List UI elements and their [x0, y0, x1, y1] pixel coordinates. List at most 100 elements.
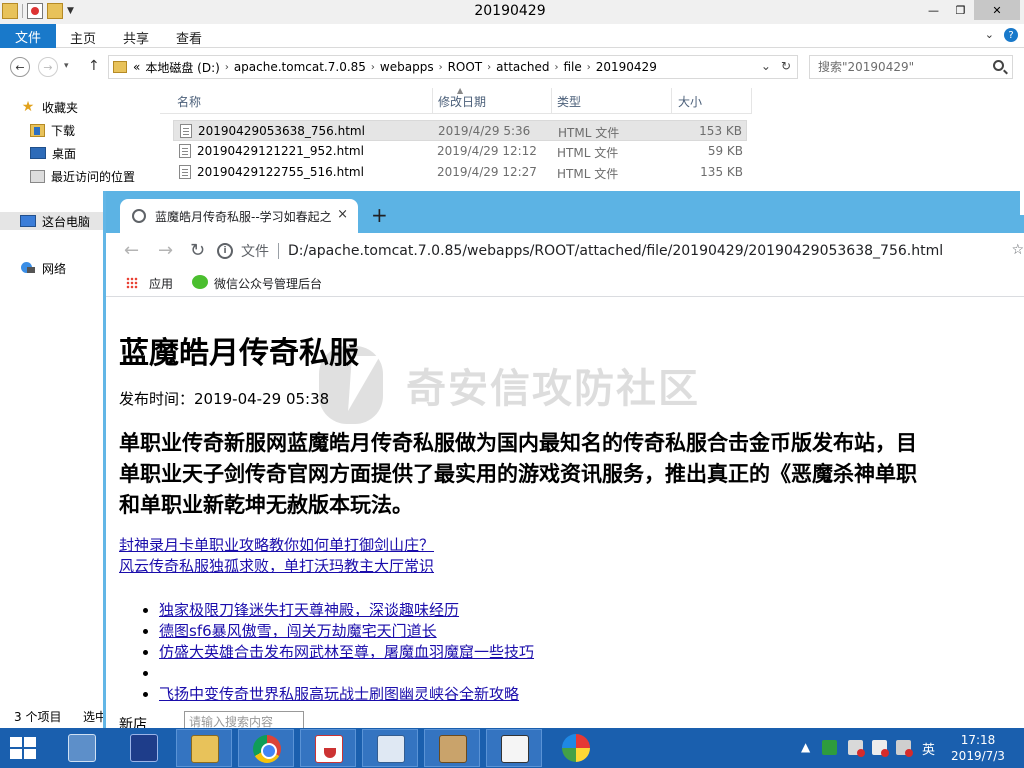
- breadcrumb-file[interactable]: file: [563, 60, 581, 74]
- column-divider[interactable]: [671, 88, 672, 114]
- column-divider[interactable]: [751, 88, 752, 114]
- file-row[interactable]: 20190429053638_756.html 2019/4/29 5:36 H…: [173, 120, 747, 141]
- column-header-name[interactable]: 名称: [177, 93, 201, 110]
- taskbar-chart-app[interactable]: [486, 729, 542, 767]
- reload-icon[interactable]: ↻: [190, 240, 205, 261]
- downloads-folder-icon: [30, 123, 45, 137]
- clock-date: 2019/7/3: [951, 749, 1005, 763]
- file-row[interactable]: 20190429121221_952.html 2019/4/29 12:12 …: [173, 141, 747, 162]
- breadcrumb-current-folder[interactable]: 20190429: [596, 60, 657, 74]
- file-type: HTML 文件: [558, 126, 620, 140]
- address-history-chevron-icon[interactable]: ⌄: [761, 59, 771, 73]
- ribbon-tab-file[interactable]: 文件: [0, 24, 56, 48]
- bookmark-apps[interactable]: 应用: [149, 275, 173, 292]
- minimize-button[interactable]: —: [920, 0, 947, 20]
- publish-time: 发布时间：2019-04-29 05:38: [119, 390, 330, 408]
- breadcrumb-root[interactable]: ROOT: [448, 60, 483, 74]
- breadcrumb-chevron-icon[interactable]: ›: [554, 62, 558, 73]
- taskbar-file-explorer[interactable]: [176, 729, 232, 767]
- management-console-icon: [377, 735, 405, 763]
- nav-item-downloads[interactable]: 下载: [30, 121, 75, 139]
- file-name: 20190429122755_516.html: [197, 165, 364, 179]
- column-divider[interactable]: [551, 88, 552, 114]
- breadcrumb-tomcat[interactable]: apache.tomcat.7.0.85: [234, 60, 366, 74]
- omnibox-url[interactable]: D:/apache.tomcat.7.0.85/webapps/ROOT/att…: [288, 243, 943, 259]
- ribbon-tab-home[interactable]: 主页: [70, 28, 96, 47]
- security-shield-icon[interactable]: [822, 740, 837, 755]
- recent-locations-chevron-icon[interactable]: ▾: [64, 61, 69, 71]
- nav-item-desktop[interactable]: 桌面: [30, 144, 76, 162]
- ribbon-tab-view[interactable]: 查看: [176, 28, 202, 47]
- browser-tab-active[interactable]: 蓝魔皓月传奇私服--学习如春起之苗 ×: [120, 199, 358, 233]
- taskbar-book-app[interactable]: [424, 729, 480, 767]
- breadcrumb-webapps[interactable]: webapps: [380, 60, 434, 74]
- address-bar[interactable]: « 本地磁盘 (D:) › apache.tomcat.7.0.85 › web…: [108, 55, 798, 79]
- taskbar-java[interactable]: [300, 729, 356, 767]
- close-button[interactable]: ✕: [974, 0, 1020, 20]
- nav-item-favorites[interactable]: ★ 收藏夹: [20, 98, 78, 116]
- column-divider[interactable]: [432, 88, 433, 114]
- new-tab-button[interactable]: +: [371, 203, 388, 227]
- expand-ribbon-chevron-icon[interactable]: ⌄: [985, 28, 994, 42]
- system-clock[interactable]: 17:18 2019/7/3: [944, 732, 1012, 764]
- up-arrow-icon[interactable]: ↑: [88, 58, 100, 74]
- ribbon-tab-share[interactable]: 共享: [123, 28, 149, 47]
- start-button[interactable]: [10, 737, 38, 759]
- list-item-link[interactable]: 独家极限刀锋迷失打天尊神殿，深谈趣味经历: [159, 601, 459, 619]
- info-icon[interactable]: i: [217, 243, 233, 259]
- back-arrow-icon[interactable]: ←: [124, 240, 139, 261]
- breadcrumb-overflow[interactable]: «: [133, 60, 140, 74]
- file-type: HTML 文件: [557, 146, 619, 160]
- article-link[interactable]: 风云传奇私服独孤求败，单打沃玛教主大厅常识: [119, 555, 434, 576]
- search-input[interactable]: [818, 57, 988, 77]
- taskbar-powershell[interactable]: [116, 729, 172, 767]
- globe-icon: [132, 209, 146, 223]
- list-item: [159, 663, 534, 684]
- volume-icon[interactable]: [896, 740, 913, 757]
- file-row[interactable]: 20190429122755_516.html 2019/4/29 12:27 …: [173, 162, 747, 183]
- taskbar-chrome[interactable]: [238, 729, 294, 767]
- bookmark-star-icon[interactable]: ☆: [1011, 242, 1024, 258]
- list-item-link[interactable]: 飞扬中变传奇世界私服高玩战士刷图幽灵峡谷全新攻略: [159, 685, 519, 703]
- maximize-button[interactable]: ❐: [947, 0, 974, 20]
- list-item: 独家极限刀锋迷失打天尊神殿，深谈趣味经历: [159, 600, 534, 621]
- list-item-link[interactable]: 德图sf6暴风傲雪，闯关万劫魔宅天门道长: [159, 622, 437, 640]
- tab-close-button[interactable]: ×: [337, 207, 348, 222]
- show-hidden-icons-chevron-icon[interactable]: ▲: [801, 740, 810, 754]
- help-icon[interactable]: ?: [1004, 28, 1018, 42]
- network-status-icon[interactable]: [848, 740, 865, 757]
- ribbon-tabs: 文件 主页 共享 查看 ⌄ ?: [0, 24, 1024, 48]
- breadcrumb-drive[interactable]: 本地磁盘 (D:): [145, 59, 219, 76]
- nav-item-network[interactable]: 网络: [20, 259, 66, 277]
- back-button[interactable]: ←: [10, 57, 30, 77]
- input-language-indicator[interactable]: 英: [922, 739, 935, 758]
- forward-arrow-icon[interactable]: →: [158, 240, 173, 261]
- breadcrumb-chevron-icon[interactable]: ›: [487, 62, 491, 73]
- taskbar-management[interactable]: [362, 729, 418, 767]
- apps-grid-icon[interactable]: [126, 277, 138, 289]
- column-header-date[interactable]: 修改日期: [438, 93, 486, 110]
- article-link[interactable]: 封神录月卡单职业攻略教你如何单打御剑山庄？: [119, 534, 434, 555]
- file-date: 2019/4/29 12:12: [437, 144, 537, 158]
- taskbar-server-manager[interactable]: [54, 729, 110, 767]
- action-center-flag-icon[interactable]: [872, 740, 889, 757]
- taskbar-paint[interactable]: [548, 729, 604, 767]
- column-header-type[interactable]: 类型: [557, 93, 581, 110]
- column-header-size[interactable]: 大小: [678, 93, 702, 110]
- omnibox[interactable]: i 文件 D:/apache.tomcat.7.0.85/webapps/ROO…: [217, 239, 1024, 263]
- refresh-icon[interactable]: ↻: [781, 59, 791, 73]
- omnibox-scheme-label: 文件: [241, 244, 269, 260]
- nav-item-label: 桌面: [52, 146, 77, 161]
- forward-button[interactable]: →: [38, 57, 58, 77]
- breadcrumb-chevron-icon[interactable]: ›: [225, 62, 229, 73]
- breadcrumb-chevron-icon[interactable]: ›: [587, 62, 591, 73]
- nav-item-recent[interactable]: 最近访问的位置: [30, 167, 135, 185]
- search-box[interactable]: [809, 55, 1013, 79]
- list-item-link[interactable]: 仿盛大英雄合击发布网武林至尊，屠魔血羽魔窟一些技巧: [159, 643, 534, 661]
- page-search-input[interactable]: [184, 711, 304, 728]
- breadcrumb-chevron-icon[interactable]: ›: [439, 62, 443, 73]
- bookmark-wechat-admin[interactable]: 微信公众号管理后台: [214, 275, 322, 292]
- search-icon[interactable]: [993, 60, 1004, 71]
- breadcrumb-chevron-icon[interactable]: ›: [371, 62, 375, 73]
- breadcrumb-attached[interactable]: attached: [496, 60, 549, 74]
